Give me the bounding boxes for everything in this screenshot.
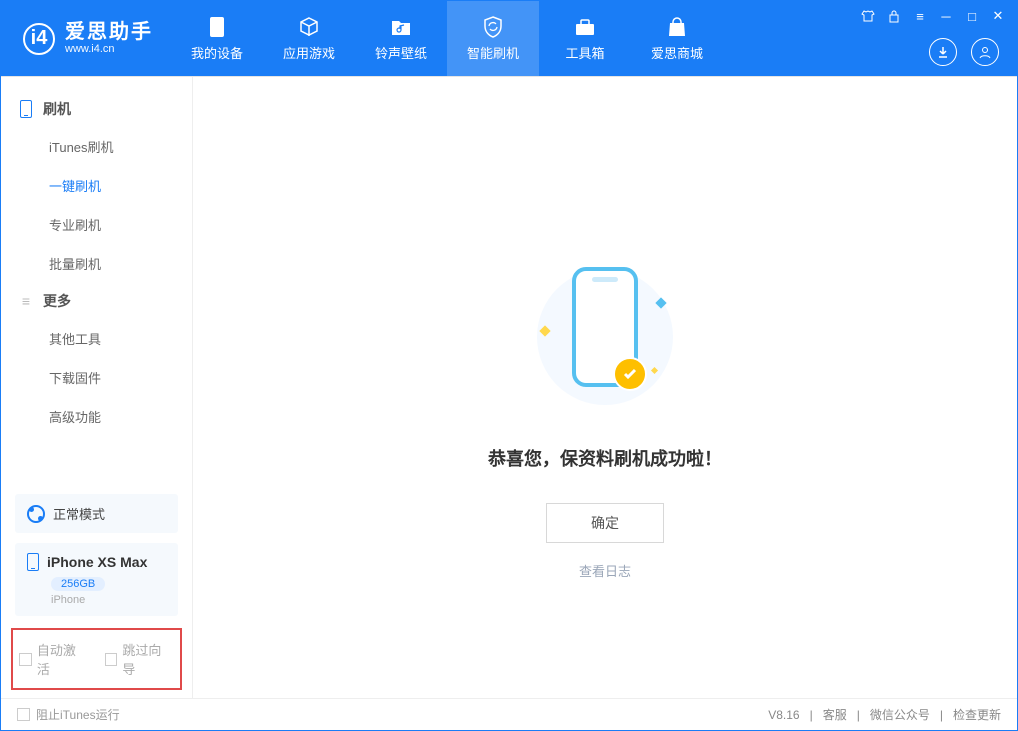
device-name: iPhone XS Max <box>47 554 147 570</box>
app-subtitle: www.i4.cn <box>65 43 153 55</box>
sidebar-group-flash: 刷机 <box>1 91 192 127</box>
device-subtype: iPhone <box>51 594 166 606</box>
menu-icon[interactable]: ≡ <box>911 7 929 25</box>
lock-icon[interactable] <box>885 7 903 25</box>
flash-result: 恭喜您，保资料刷机成功啦！ 确定 查看日志 <box>193 257 1017 580</box>
shirt-icon[interactable] <box>859 7 877 25</box>
checkbox-icon <box>17 708 30 721</box>
check-update-link[interactable]: 检查更新 <box>953 706 1001 723</box>
main-panel: 恭喜您，保资料刷机成功啦！ 确定 查看日志 <box>193 77 1017 698</box>
bag-icon <box>665 15 689 39</box>
skip-guide-checkbox[interactable]: 跳过向导 <box>105 640 175 678</box>
checkbox-icon <box>105 653 118 666</box>
mode-icon <box>27 505 45 523</box>
account-button[interactable] <box>971 38 999 66</box>
content-area: 刷机 iTunes刷机 一键刷机 专业刷机 批量刷机 ≡ 更多 其他工具 下载固… <box>1 76 1017 698</box>
sidebar-item-batch-flash[interactable]: 批量刷机 <box>1 244 192 283</box>
mode-panel[interactable]: 正常模式 <box>15 494 178 533</box>
sidebar-item-advanced[interactable]: 高级功能 <box>1 397 192 436</box>
tab-smart-flash[interactable]: 智能刷机 <box>447 1 539 76</box>
window-controls: ≡ ─ □ ✕ <box>859 7 1007 25</box>
sidebar-item-oneclick-flash[interactable]: 一键刷机 <box>1 166 192 205</box>
sidebar-group-more: ≡ 更多 <box>1 283 192 319</box>
wechat-link[interactable]: 微信公众号 <box>870 706 930 723</box>
sidebar-item-itunes-flash[interactable]: iTunes刷机 <box>1 127 192 166</box>
maximize-button[interactable]: □ <box>963 7 981 25</box>
app-logo: i4 爱思助手 www.i4.cn <box>1 21 171 55</box>
music-folder-icon <box>389 15 413 39</box>
mode-label: 正常模式 <box>53 504 105 523</box>
list-icon: ≡ <box>19 294 33 308</box>
sidebar-item-download-firmware[interactable]: 下载固件 <box>1 358 192 397</box>
view-log-link[interactable]: 查看日志 <box>579 561 631 580</box>
app-title: 爱思助手 <box>65 21 153 43</box>
close-button[interactable]: ✕ <box>989 7 1007 25</box>
tab-store[interactable]: 爱思商城 <box>631 1 723 76</box>
tab-ringtone-wallpaper[interactable]: 铃声壁纸 <box>355 1 447 76</box>
download-button[interactable] <box>929 38 957 66</box>
header-right-buttons <box>929 38 999 66</box>
sidebar: 刷机 iTunes刷机 一键刷机 专业刷机 批量刷机 ≡ 更多 其他工具 下载固… <box>1 77 193 698</box>
ok-button[interactable]: 确定 <box>546 503 664 543</box>
flash-options-highlight: 自动激活 跳过向导 <box>11 628 182 690</box>
device-icon <box>19 102 33 116</box>
sidebar-item-pro-flash[interactable]: 专业刷机 <box>1 205 192 244</box>
tab-toolbox[interactable]: 工具箱 <box>539 1 631 76</box>
success-illustration <box>525 257 685 417</box>
device-phone-icon <box>27 553 39 571</box>
support-link[interactable]: 客服 <box>823 706 847 723</box>
tab-apps-games[interactable]: 应用游戏 <box>263 1 355 76</box>
device-capacity: 256GB <box>51 577 105 591</box>
checkbox-icon <box>19 653 32 666</box>
device-panel[interactable]: iPhone XS Max 256GB iPhone <box>15 543 178 616</box>
block-itunes-checkbox[interactable]: 阻止iTunes运行 <box>17 706 120 723</box>
shield-refresh-icon <box>481 15 505 39</box>
status-bar: 阻止iTunes运行 V8.16 | 客服 | 微信公众号 | 检查更新 <box>1 698 1017 730</box>
tab-my-device[interactable]: 我的设备 <box>171 1 263 76</box>
logo-icon: i4 <box>23 23 55 55</box>
toolbox-icon <box>573 15 597 39</box>
auto-activate-checkbox[interactable]: 自动激活 <box>19 640 89 678</box>
sidebar-item-other-tools[interactable]: 其他工具 <box>1 319 192 358</box>
minimize-button[interactable]: ─ <box>937 7 955 25</box>
main-tabs: 我的设备 应用游戏 铃声壁纸 智能刷机 工具箱 爱思商城 <box>171 1 723 76</box>
cube-icon <box>297 15 321 39</box>
version-label: V8.16 <box>768 708 799 722</box>
success-message: 恭喜您，保资料刷机成功啦！ <box>488 445 722 471</box>
phone-icon <box>205 15 229 39</box>
app-header: i4 爱思助手 www.i4.cn 我的设备 应用游戏 铃声壁纸 智能刷机 工具… <box>1 1 1017 76</box>
check-badge-icon <box>613 357 647 391</box>
